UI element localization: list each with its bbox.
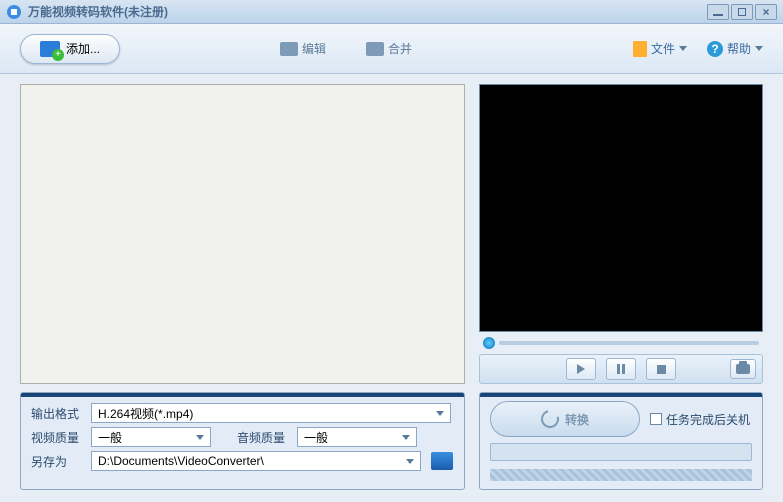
file-list-pane[interactable] [20, 84, 465, 384]
save-as-select[interactable]: D:\Documents\VideoConverter\ [91, 451, 421, 471]
pause-icon [617, 364, 625, 374]
edit-icon [280, 42, 298, 56]
video-quality-select[interactable]: 一般 [91, 427, 211, 447]
merge-button[interactable]: 合并 [366, 40, 412, 57]
help-label: 帮助 [727, 40, 751, 57]
output-settings-panel: 输出格式 H.264视频(*.mp4) 视频质量 一般 音频质量 一般 [20, 392, 465, 490]
dropdown-icon [755, 46, 763, 51]
browse-folder-button[interactable] [431, 452, 453, 470]
edit-button[interactable]: 编辑 [280, 40, 326, 57]
toolbar: 添加... 编辑 合并 文件 ? 帮助 [0, 24, 783, 74]
play-button[interactable] [566, 358, 596, 380]
app-icon [6, 4, 22, 20]
video-preview[interactable] [479, 84, 763, 332]
file-menu[interactable]: 文件 [633, 40, 687, 57]
file-icon [633, 41, 647, 57]
video-quality-label: 视频质量 [31, 429, 85, 446]
camera-icon [736, 364, 750, 374]
shutdown-label: 任务完成后关机 [666, 411, 750, 428]
chevron-down-icon [406, 459, 414, 464]
window-title: 万能视频转码软件(未注册) [28, 3, 707, 20]
seek-bar[interactable] [499, 341, 759, 345]
stop-icon [657, 365, 666, 374]
output-format-value: H.264视频(*.mp4) [98, 405, 193, 422]
playback-controls [479, 354, 763, 384]
bottom-area: 输出格式 H.264视频(*.mp4) 视频质量 一般 音频质量 一般 [0, 384, 783, 500]
file-label: 文件 [651, 40, 675, 57]
help-menu[interactable]: ? 帮助 [707, 40, 763, 57]
status-strip [490, 469, 752, 481]
audio-quality-label: 音频质量 [237, 429, 291, 446]
seek-handle[interactable] [483, 337, 495, 349]
chevron-down-icon [196, 435, 204, 440]
shutdown-checkbox[interactable]: 任务完成后关机 [650, 411, 750, 428]
help-icon: ? [707, 41, 723, 57]
video-quality-value: 一般 [98, 429, 122, 446]
preview-pane [479, 84, 763, 384]
audio-quality-select[interactable]: 一般 [297, 427, 417, 447]
output-format-select[interactable]: H.264视频(*.mp4) [91, 403, 451, 423]
action-panel: 转换 任务完成后关机 [479, 392, 763, 490]
progress-bar [490, 443, 752, 461]
convert-label: 转换 [565, 411, 589, 428]
seek-row [479, 336, 763, 350]
title-bar: 万能视频转码软件(未注册) × [0, 0, 783, 24]
save-as-label: 另存为 [31, 453, 85, 470]
stop-button[interactable] [646, 358, 676, 380]
main-area [0, 74, 783, 384]
edit-label: 编辑 [302, 40, 326, 57]
play-icon [577, 364, 585, 374]
pause-button[interactable] [606, 358, 636, 380]
output-format-label: 输出格式 [31, 405, 85, 422]
audio-quality-value: 一般 [304, 429, 328, 446]
add-button-label: 添加... [66, 40, 100, 57]
chevron-down-icon [436, 411, 444, 416]
dropdown-icon [679, 46, 687, 51]
convert-icon [538, 407, 563, 432]
save-as-value: D:\Documents\VideoConverter\ [98, 454, 264, 468]
add-button[interactable]: 添加... [20, 34, 120, 64]
close-button[interactable]: × [755, 4, 777, 20]
maximize-button[interactable] [731, 4, 753, 20]
checkbox-icon [650, 413, 662, 425]
merge-label: 合并 [388, 40, 412, 57]
minimize-button[interactable] [707, 4, 729, 20]
add-video-icon [40, 41, 60, 57]
convert-button[interactable]: 转换 [490, 401, 640, 437]
merge-icon [366, 42, 384, 56]
snapshot-button[interactable] [730, 359, 756, 379]
chevron-down-icon [402, 435, 410, 440]
